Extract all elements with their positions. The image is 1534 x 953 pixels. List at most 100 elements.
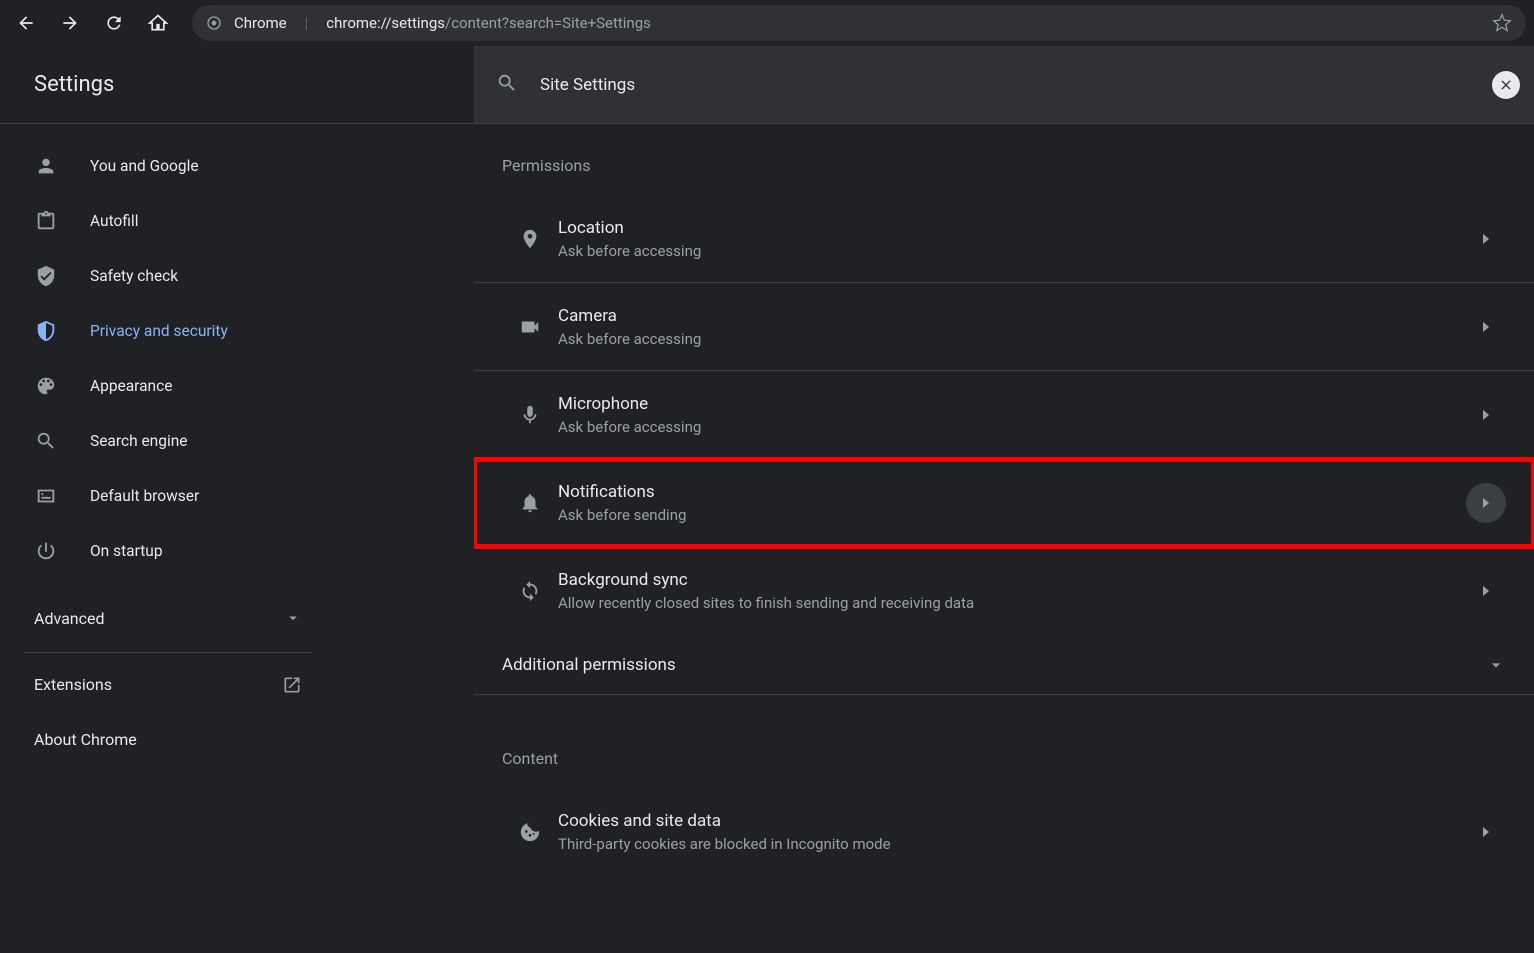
search-input-wrapper[interactable]: Site Settings bbox=[474, 46, 1492, 123]
right-panel: Site Settings Permissions Location Ask b… bbox=[474, 46, 1534, 953]
permissions-scroll: Permissions Location Ask before accessin… bbox=[474, 124, 1534, 953]
clipboard-icon bbox=[34, 209, 58, 233]
permission-text: Microphone Ask before accessing bbox=[558, 394, 1466, 436]
chevron-right-icon bbox=[1466, 307, 1506, 347]
sidebar-item-label: Appearance bbox=[90, 377, 172, 395]
url-text: chrome://settings/content?search=Site+Se… bbox=[326, 14, 651, 32]
sidebar-item-label: Default browser bbox=[90, 487, 199, 505]
spacer bbox=[474, 695, 1534, 735]
sidebar-item-label: Safety check bbox=[90, 267, 178, 285]
content-section-label: Content bbox=[474, 735, 1534, 782]
separator: | bbox=[305, 14, 309, 32]
permission-microphone[interactable]: Microphone Ask before accessing bbox=[474, 371, 1534, 459]
sync-icon bbox=[502, 580, 558, 602]
safety-check-icon bbox=[34, 264, 58, 288]
permission-notifications[interactable]: Notifications Ask before sending bbox=[474, 459, 1534, 547]
advanced-label: Advanced bbox=[34, 609, 105, 628]
close-icon bbox=[1498, 77, 1514, 93]
palette-icon bbox=[34, 374, 58, 398]
chevron-right-icon bbox=[1466, 812, 1506, 852]
camera-icon bbox=[502, 316, 558, 338]
search-icon bbox=[496, 72, 518, 98]
chevron-down-icon bbox=[1486, 655, 1506, 675]
browser-icon bbox=[34, 484, 58, 508]
sidebar-item-about[interactable]: About Chrome bbox=[0, 712, 336, 767]
left-panel: Settings You and Google Autofill Safety … bbox=[0, 46, 474, 953]
sidebar-item-label: Privacy and security bbox=[90, 322, 228, 340]
power-icon bbox=[34, 539, 58, 563]
sidebar-item-default-browser[interactable]: Default browser bbox=[0, 468, 336, 523]
content-title: Cookies and site data bbox=[558, 811, 1466, 831]
permission-background-sync[interactable]: Background sync Allow recently closed si… bbox=[474, 547, 1534, 635]
forward-button[interactable] bbox=[52, 5, 88, 41]
chevron-right-icon bbox=[1466, 395, 1506, 435]
address-bar[interactable]: Chrome | chrome://settings/content?searc… bbox=[192, 5, 1526, 41]
permission-sub: Ask before sending bbox=[558, 506, 1466, 524]
bell-icon bbox=[502, 492, 558, 514]
back-button[interactable] bbox=[8, 5, 44, 41]
permission-sub: Ask before accessing bbox=[558, 330, 1466, 348]
chrome-icon bbox=[206, 15, 222, 31]
open-external-icon bbox=[282, 675, 302, 695]
permissions-list: Location Ask before accessing Camera Ask… bbox=[474, 195, 1534, 635]
sidebar-item-label: You and Google bbox=[90, 157, 199, 175]
cookie-icon bbox=[502, 821, 558, 843]
microphone-icon bbox=[502, 404, 558, 426]
search-value: Site Settings bbox=[540, 75, 635, 95]
content-sub: Third-party cookies are blocked in Incog… bbox=[558, 835, 1466, 853]
advanced-expander[interactable]: Advanced bbox=[0, 588, 336, 648]
reload-button[interactable] bbox=[96, 5, 132, 41]
divider bbox=[24, 652, 312, 653]
chevron-down-icon bbox=[284, 609, 302, 627]
sidebar-item-extensions[interactable]: Extensions bbox=[0, 657, 336, 712]
sidebar-item-privacy-security[interactable]: Privacy and security bbox=[0, 303, 336, 358]
permission-title: Microphone bbox=[558, 394, 1466, 414]
person-icon bbox=[34, 154, 58, 178]
browser-name: Chrome bbox=[234, 14, 287, 32]
content-wrapper: Settings You and Google Autofill Safety … bbox=[0, 46, 1534, 953]
chevron-right-icon bbox=[1466, 483, 1506, 523]
sidebar-item-appearance[interactable]: Appearance bbox=[0, 358, 336, 413]
sidebar-item-label: Autofill bbox=[90, 212, 138, 230]
sidebar-nav: You and Google Autofill Safety check Pri… bbox=[0, 124, 336, 767]
star-icon bbox=[1492, 13, 1512, 33]
permission-title: Location bbox=[558, 218, 1466, 238]
additional-permissions-expander[interactable]: Additional permissions bbox=[474, 635, 1534, 695]
sidebar-item-search-engine[interactable]: Search engine bbox=[0, 413, 336, 468]
permission-title: Notifications bbox=[558, 482, 1466, 502]
permission-location[interactable]: Location Ask before accessing bbox=[474, 195, 1534, 283]
chevron-right-icon bbox=[1466, 219, 1506, 259]
permission-title: Camera bbox=[558, 306, 1466, 326]
home-icon bbox=[148, 13, 168, 33]
permission-text: Background sync Allow recently closed si… bbox=[558, 570, 1466, 612]
permission-sub: Ask before accessing bbox=[558, 242, 1466, 260]
home-button[interactable] bbox=[140, 5, 176, 41]
sidebar-item-you-and-google[interactable]: You and Google bbox=[0, 138, 336, 193]
permission-text: Camera Ask before accessing bbox=[558, 306, 1466, 348]
additional-label: Additional permissions bbox=[502, 655, 676, 675]
search-icon bbox=[34, 429, 58, 453]
reload-icon bbox=[104, 13, 124, 33]
content-text: Cookies and site data Third-party cookie… bbox=[558, 811, 1466, 853]
sidebar-item-on-startup[interactable]: On startup bbox=[0, 523, 336, 578]
content-cookies[interactable]: Cookies and site data Third-party cookie… bbox=[474, 788, 1534, 876]
permission-text: Notifications Ask before sending bbox=[558, 482, 1466, 524]
chevron-right-icon bbox=[1466, 571, 1506, 611]
clear-search-button[interactable] bbox=[1492, 71, 1520, 99]
permission-camera[interactable]: Camera Ask before accessing bbox=[474, 283, 1534, 371]
permissions-section-label: Permissions bbox=[474, 142, 1534, 189]
permission-sub: Ask before accessing bbox=[558, 418, 1466, 436]
arrow-left-icon bbox=[16, 13, 36, 33]
bookmark-button[interactable] bbox=[1492, 13, 1512, 33]
sidebar-item-label: On startup bbox=[90, 542, 163, 560]
extensions-label: Extensions bbox=[34, 675, 112, 694]
sidebar-item-label: Search engine bbox=[90, 432, 188, 450]
permission-text: Location Ask before accessing bbox=[558, 218, 1466, 260]
sidebar-item-safety-check[interactable]: Safety check bbox=[0, 248, 336, 303]
search-bar: Site Settings bbox=[474, 46, 1534, 124]
permission-sub: Allow recently closed sites to finish se… bbox=[558, 594, 1466, 612]
browser-toolbar: Chrome | chrome://settings/content?searc… bbox=[0, 0, 1534, 46]
arrow-right-icon bbox=[60, 13, 80, 33]
sidebar-item-autofill[interactable]: Autofill bbox=[0, 193, 336, 248]
permission-title: Background sync bbox=[558, 570, 1466, 590]
